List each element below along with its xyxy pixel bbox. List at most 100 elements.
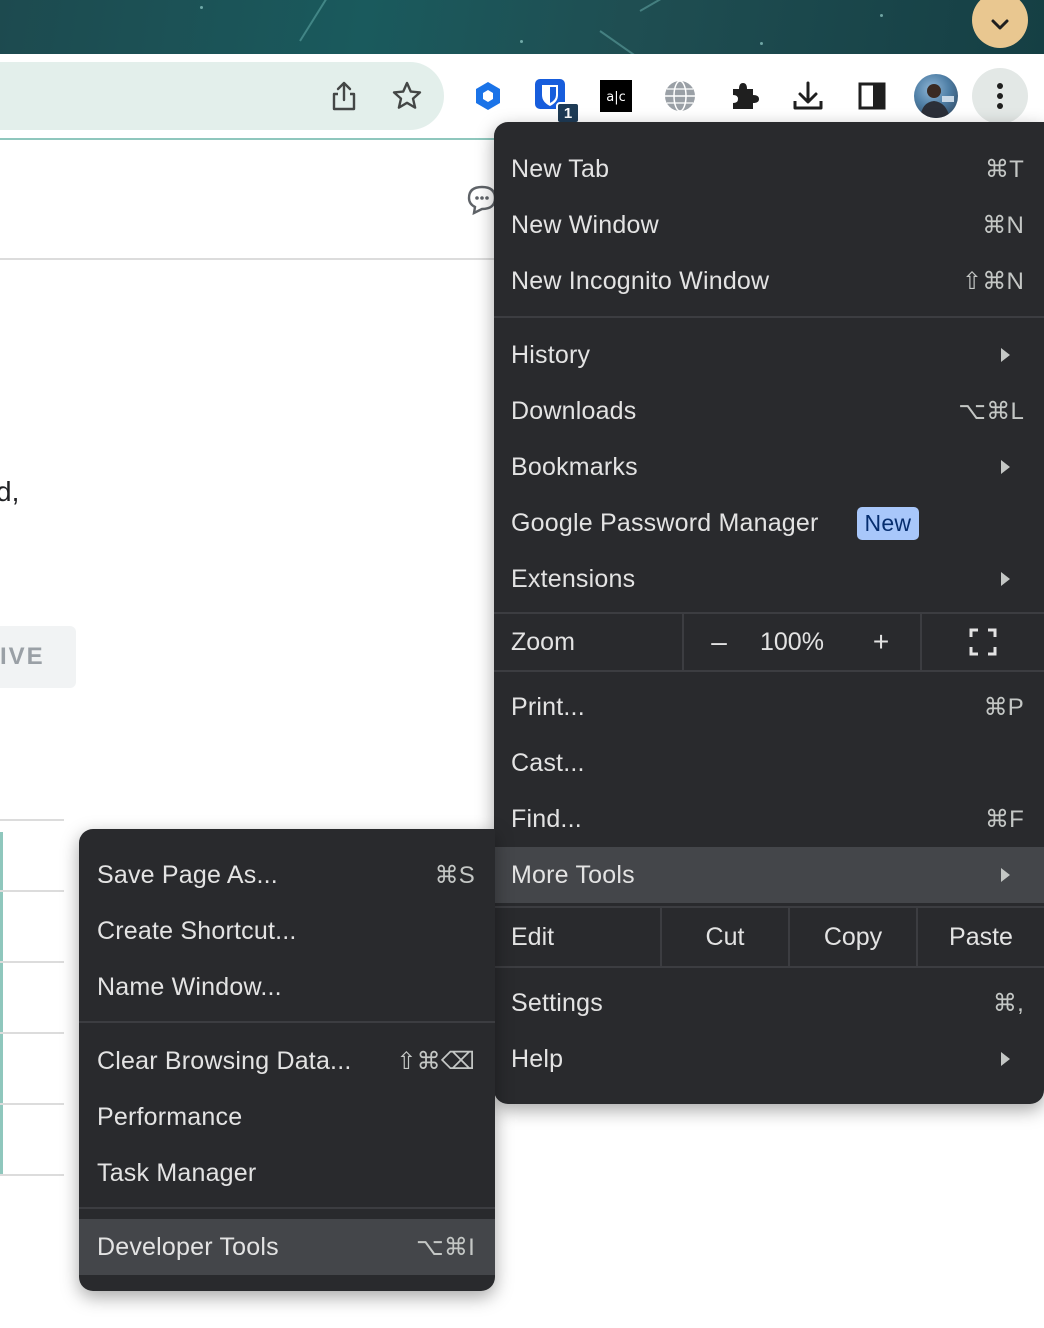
list-divider: [0, 1103, 64, 1105]
menu-item-label: Google Password Manager: [511, 508, 819, 537]
menu-item-label: Clear Browsing Data...: [97, 1046, 352, 1075]
side-panel-icon[interactable]: [854, 78, 890, 114]
menu-item-label: Developer Tools: [97, 1232, 279, 1261]
list-divider: [0, 890, 64, 892]
submenu-arrow-icon: [1001, 868, 1010, 882]
menu-item-label: New Window: [511, 210, 659, 239]
submenu-item-save-page-as[interactable]: Save Page As... ⌘S: [79, 847, 495, 903]
menu-item-label: New Tab: [511, 154, 610, 183]
menu-item-label: Bookmarks: [511, 452, 638, 481]
menu-separator: [494, 316, 1044, 318]
menu-item-shortcut: ⌥⌘L: [958, 397, 1024, 425]
menu-item-more-tools[interactable]: More Tools: [494, 847, 1044, 903]
submenu-item-name-window[interactable]: Name Window...: [79, 959, 495, 1015]
list-divider: [0, 1032, 64, 1034]
menu-item-bookmarks[interactable]: Bookmarks: [494, 439, 1044, 495]
menu-item-settings[interactable]: Settings ⌘,: [494, 975, 1044, 1031]
submenu-item-developer-tools[interactable]: Developer Tools ⌥⌘I: [79, 1219, 495, 1275]
menu-item-new-incognito-window[interactable]: New Incognito Window ⇧⌘N: [494, 253, 1044, 309]
tab-strip: [0, 0, 1044, 54]
omnibox[interactable]: [0, 62, 444, 130]
edit-row: Edit Cut Copy Paste: [494, 906, 1044, 968]
copy-button[interactable]: Copy: [790, 908, 916, 966]
fullscreen-button[interactable]: [922, 614, 1044, 670]
submenu-arrow-icon: [1001, 572, 1010, 586]
bookmark-star-icon[interactable]: [389, 78, 425, 114]
zoom-divider: [682, 614, 684, 670]
menu-item-label: Cast...: [511, 748, 585, 777]
menu-item-label: Find...: [511, 804, 582, 833]
menu-item-new-window[interactable]: New Window ⌘N: [494, 197, 1044, 253]
chrome-main-menu: New Tab ⌘T New Window ⌘N New Incognito W…: [494, 122, 1044, 1104]
menu-item-shortcut: ⌘F: [984, 805, 1024, 833]
list-divider: [0, 819, 64, 821]
list-divider: [0, 1174, 64, 1176]
menu-separator: [79, 1021, 495, 1023]
menu-item-shortcut: ⌘,: [992, 989, 1024, 1017]
page-tag-label: IVE: [0, 643, 45, 670]
menu-item-label: Print...: [511, 692, 585, 721]
menu-item-cast[interactable]: Cast...: [494, 735, 1044, 791]
svg-text:a|c: a|c: [606, 90, 626, 105]
menu-item-label: Performance: [97, 1102, 243, 1131]
menu-item-label: Create Shortcut...: [97, 916, 297, 945]
submenu-item-clear-browsing-data[interactable]: Clear Browsing Data... ⇧⌘⌫: [79, 1033, 495, 1089]
menu-item-label: Name Window...: [97, 972, 282, 1001]
menu-item-label: Save Page As...: [97, 860, 278, 889]
menu-item-label: New Incognito Window: [511, 266, 770, 295]
page-text-fragment: d,: [0, 476, 20, 507]
list-divider: [0, 961, 64, 963]
menu-item-label: Help: [511, 1044, 564, 1073]
kebab-menu-icon: [997, 83, 1003, 109]
menu-item-password-manager[interactable]: Google Password Manager New: [494, 495, 1044, 551]
menu-item-downloads[interactable]: Downloads ⌥⌘L: [494, 383, 1044, 439]
edit-label: Edit: [511, 922, 555, 951]
share-icon[interactable]: [326, 78, 362, 114]
more-tools-submenu: Save Page As... ⌘S Create Shortcut... Na…: [79, 829, 495, 1291]
submenu-item-create-shortcut[interactable]: Create Shortcut...: [79, 903, 495, 959]
list-accent-stripe: [0, 832, 3, 1176]
menu-item-shortcut: ⌘T: [984, 155, 1024, 183]
extension-badge: 1: [556, 102, 580, 124]
menu-item-find[interactable]: Find... ⌘F: [494, 791, 1044, 847]
zoom-label: Zoom: [511, 627, 575, 656]
menu-item-shortcut: ⌘N: [982, 211, 1024, 239]
menu-item-shortcut: ⇧⌘⌫: [396, 1047, 475, 1075]
fullscreen-icon: [969, 628, 997, 656]
menu-item-label: Extensions: [511, 564, 636, 593]
zoom-row: Zoom – 100% +: [494, 612, 1044, 672]
zoom-out-button[interactable]: –: [694, 614, 744, 670]
zoom-in-button[interactable]: +: [856, 614, 906, 670]
menu-item-label: Downloads: [511, 396, 637, 425]
submenu-item-task-manager[interactable]: Task Manager: [79, 1145, 495, 1201]
menu-separator: [79, 1207, 495, 1209]
alc-extension-icon[interactable]: a|c: [598, 78, 634, 114]
paste-button[interactable]: Paste: [918, 908, 1044, 966]
submenu-arrow-icon: [1001, 348, 1010, 362]
submenu-item-performance[interactable]: Performance: [79, 1089, 495, 1145]
menu-item-extensions[interactable]: Extensions: [494, 551, 1044, 607]
chevron-down-icon: [991, 19, 1009, 30]
puzzle-extensions-icon[interactable]: [726, 78, 762, 114]
chrome-menu-button[interactable]: [972, 68, 1028, 124]
menu-item-shortcut: ⌘S: [434, 861, 475, 889]
menu-item-new-tab[interactable]: New Tab ⌘T: [494, 141, 1044, 197]
menu-item-shortcut: ⇧⌘N: [961, 267, 1024, 295]
submenu-arrow-icon: [1001, 460, 1010, 474]
zoom-level: 100%: [760, 627, 824, 656]
download-icon[interactable]: [790, 78, 826, 114]
menu-item-label: More Tools: [511, 860, 635, 889]
cut-button[interactable]: Cut: [662, 908, 788, 966]
toolbar-divider: [0, 138, 494, 140]
menu-item-label: History: [511, 340, 591, 369]
menu-item-shortcut: ⌘P: [983, 693, 1024, 721]
menu-item-help[interactable]: Help: [494, 1031, 1044, 1087]
submenu-arrow-icon: [1001, 1052, 1010, 1066]
page-tag: IVE: [0, 626, 76, 688]
extension-hex-icon[interactable]: [470, 78, 506, 114]
profile-avatar[interactable]: [914, 74, 958, 118]
globe-icon[interactable]: [662, 78, 698, 114]
new-badge: New: [856, 506, 920, 540]
menu-item-history[interactable]: History: [494, 327, 1044, 383]
menu-item-print[interactable]: Print... ⌘P: [494, 679, 1044, 735]
